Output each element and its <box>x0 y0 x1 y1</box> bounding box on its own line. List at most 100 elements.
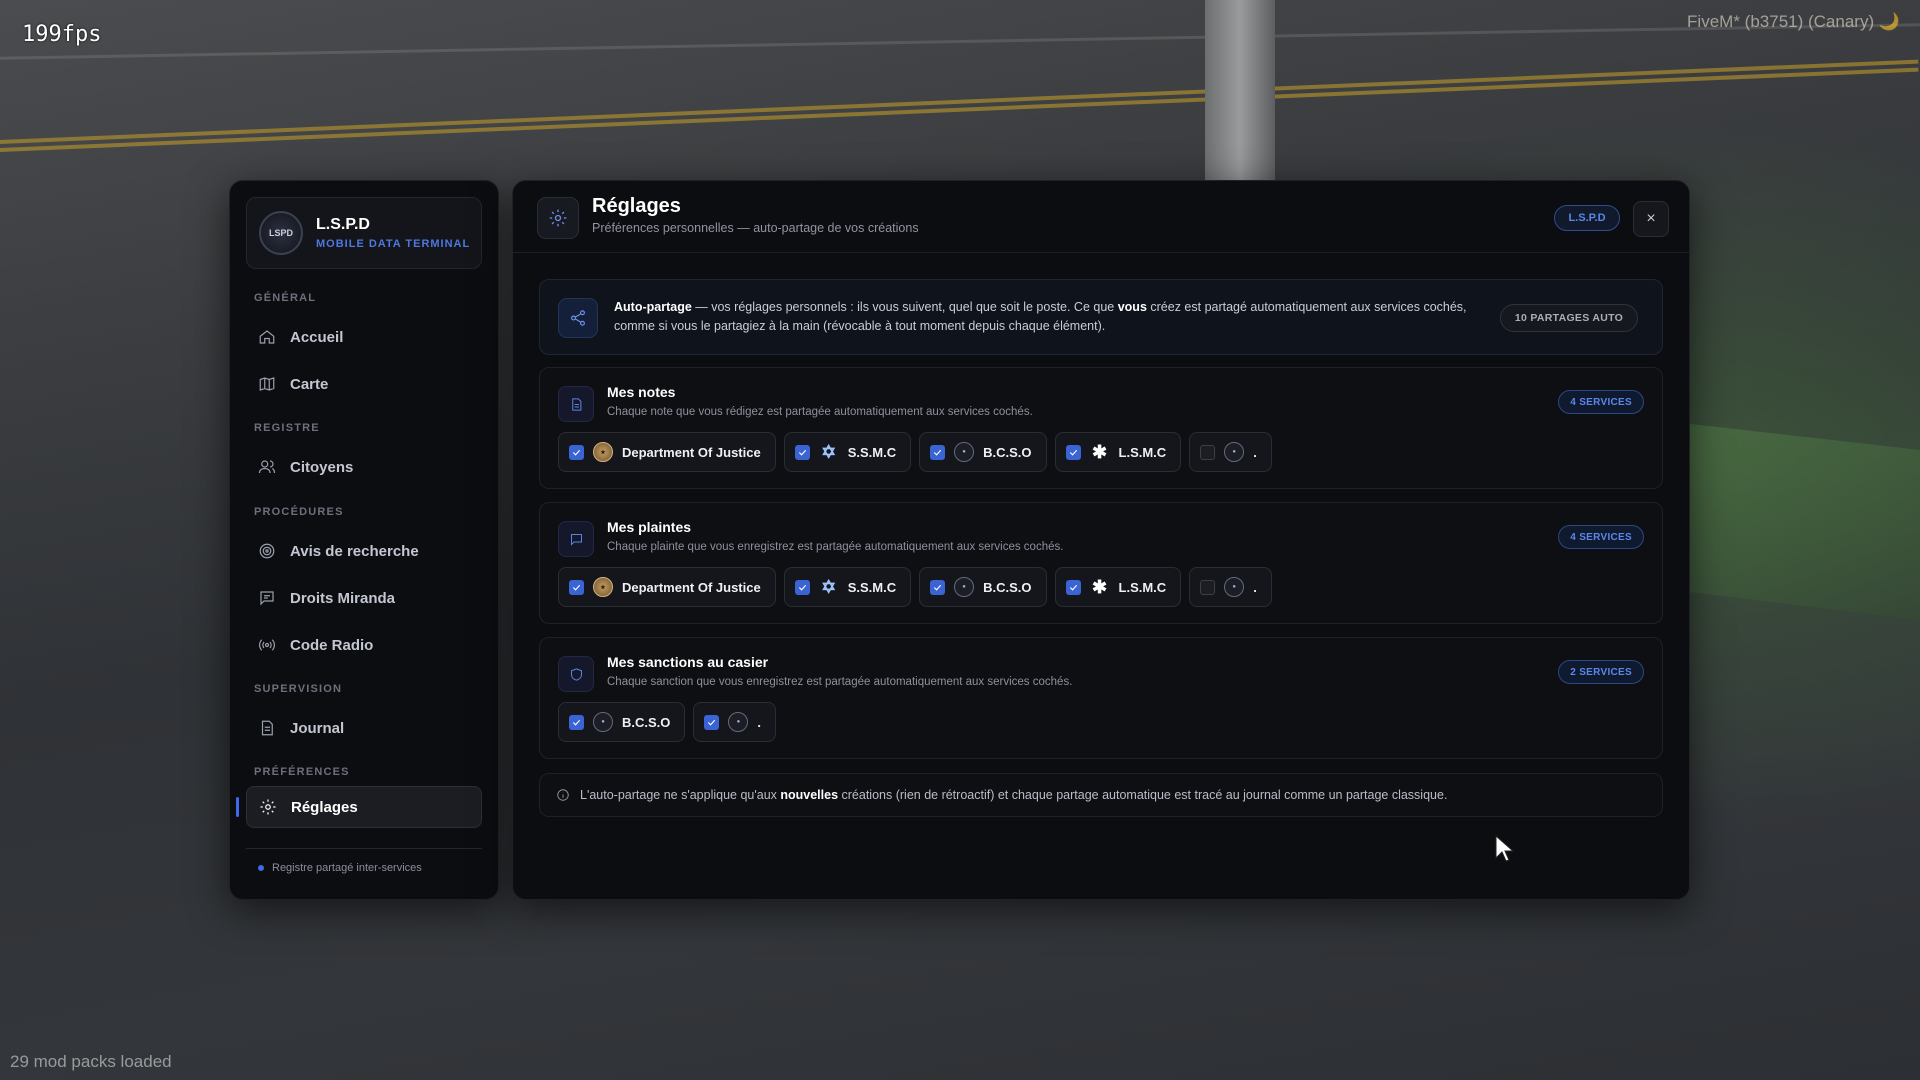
auto-share-count-badge: 10 PARTAGES AUTO <box>1500 304 1638 332</box>
service-label: S.S.M.C <box>847 444 897 460</box>
services-count-badge: 4 SERVICES <box>1558 390 1644 414</box>
panel-header: Réglages Préférences personnelles — auto… <box>513 181 1689 253</box>
message-icon <box>260 591 274 606</box>
page-title: Réglages <box>592 195 681 217</box>
services-count-badge: 4 SERVICES <box>1558 525 1644 549</box>
client-version: FiveM* (b3751) (Canary) 🌙 <box>1687 12 1900 31</box>
sidebar-item-citoyens[interactable]: Citoyens <box>246 446 482 488</box>
page-subtitle: Préférences personnelles — auto-partage … <box>592 221 919 235</box>
section-sanctions: Mes sanctions au casier Chaque sanction … <box>539 637 1663 759</box>
service-label: B.C.S.O <box>983 579 1032 595</box>
check-icon <box>1069 449 1077 456</box>
agency-seal-icon: ● <box>954 442 975 462</box>
service-chip-lspd[interactable]: ●. <box>1189 432 1272 472</box>
lspd-badge-logo: LSPD <box>259 211 303 255</box>
service-label: L.S.M.C <box>1118 444 1167 460</box>
sidebar-item-journal[interactable]: Journal <box>246 707 482 749</box>
fps-counter: 199fps <box>22 22 102 47</box>
checkbox[interactable] <box>569 444 584 460</box>
checkbox[interactable] <box>569 714 584 730</box>
section-title: Mes sanctions au casier <box>607 654 769 670</box>
checkbox[interactable] <box>1065 444 1081 460</box>
service-chip-ssmc[interactable]: ✡ S.S.M.C <box>783 432 912 472</box>
mouse-cursor-icon <box>1495 834 1515 862</box>
sidebar-item-label: Accueil <box>290 328 344 346</box>
check-icon <box>934 584 942 591</box>
checkbox[interactable] <box>1065 579 1081 595</box>
street-pole <box>1205 0 1275 180</box>
sidebar-item-code-radio[interactable]: Code Radio <box>246 624 482 666</box>
sidebar-item-label: Carte <box>290 375 329 393</box>
service-chip-doj[interactable]: ★ Department Of Justice <box>558 567 776 607</box>
service-chip-lsmc[interactable]: ✱ L.S.M.C <box>1054 567 1182 607</box>
service-chip-bcso[interactable]: ● B.C.S.O <box>558 702 686 742</box>
checkbox[interactable] <box>930 579 946 595</box>
service-chips: ★ Department Of Justice ✡ S.S.M.C ● B.C.S.O… <box>558 432 1272 472</box>
checkbox[interactable] <box>794 579 810 595</box>
settings-icon-box <box>537 197 579 239</box>
doj-seal-icon: ★ <box>593 577 613 597</box>
info-emph: vous <box>1117 300 1147 314</box>
close-button[interactable]: × <box>1633 201 1669 237</box>
nav-section-supervision: SUPERVISION <box>254 683 343 695</box>
sidebar-item-avis-de-recherche[interactable]: Avis de recherche <box>246 530 482 572</box>
nav-section-preferences: PRÉFÉRENCES <box>254 766 350 778</box>
sidebar-item-droits-miranda[interactable]: Droits Miranda <box>246 577 482 619</box>
note-emph: nouvelles <box>780 788 839 802</box>
service-chip-bcso[interactable]: ● B.C.S.O <box>919 567 1047 607</box>
file-icon <box>261 720 273 736</box>
sidebar-item-label: Réglages <box>291 798 358 816</box>
service-chip-bcso[interactable]: ● B.C.S.O <box>919 432 1047 472</box>
sidebar-item-reglages[interactable]: Réglages <box>246 786 482 828</box>
agency-seal-icon: ● <box>1224 442 1245 462</box>
message-icon <box>570 533 582 546</box>
brand-card[interactable]: LSPD L.S.P.D MOBILE DATA TERMINAL <box>246 197 482 269</box>
service-chip-lspd[interactable]: ●. <box>1189 567 1272 607</box>
medical-cross-icon: ✱ <box>1091 576 1108 597</box>
checkbox[interactable] <box>569 579 584 595</box>
agency-seal-icon: ● <box>728 712 749 732</box>
service-chip-lspd[interactable]: ●. <box>693 702 777 742</box>
sidebar-item-label: Code Radio <box>290 636 374 654</box>
sidebar-item-accueil[interactable]: Accueil <box>246 316 482 358</box>
service-label: B.C.S.O <box>622 714 671 730</box>
auto-share-description: Auto-partage — vos réglages personnels :… <box>614 298 1494 336</box>
service-chip-doj[interactable]: ★ Department Of Justice <box>558 432 776 472</box>
service-chip-ssmc[interactable]: ✡ S.S.M.C <box>783 567 912 607</box>
service-label: Department Of Justice <box>622 444 761 460</box>
agency-badge: L.S.P.D <box>1554 205 1620 231</box>
gear-icon <box>549 209 567 227</box>
checkbox[interactable] <box>1200 444 1216 460</box>
doj-seal-icon: ★ <box>593 442 613 462</box>
service-chips: ★ Department Of Justice ✡ S.S.M.C ● B.C.S.O… <box>558 567 1272 607</box>
brand-subtitle: MOBILE DATA TERMINAL <box>316 238 471 250</box>
mod-packs-status: 29 mod packs loaded <box>10 1052 172 1071</box>
note-icon-box <box>558 386 594 422</box>
share-icon-box <box>558 298 598 338</box>
check-icon <box>708 719 716 726</box>
auto-share-note: L'auto-partage ne s'applique qu'aux nouv… <box>539 773 1663 817</box>
sidebar-item-label: Droits Miranda <box>290 589 396 607</box>
sidebar-item-label: Avis de recherche <box>290 542 419 560</box>
info-text-a: — vos réglages personnels : ils vous sui… <box>691 300 1118 314</box>
checkbox[interactable] <box>930 444 946 460</box>
status-dot <box>258 865 264 871</box>
check-icon <box>572 449 581 456</box>
sidebar-item-carte[interactable]: Carte <box>246 363 482 405</box>
settings-panel: Réglages Préférences personnelles — auto… <box>512 180 1690 900</box>
sidebar-footer: Registre partagé inter-services <box>258 862 422 874</box>
star-of-life-icon: ✡ <box>821 576 837 597</box>
nav-section-registre: REGISTRE <box>254 422 320 434</box>
checkbox[interactable] <box>794 444 810 460</box>
service-label: B.C.S.O <box>983 444 1032 460</box>
road-marking <box>0 67 1919 152</box>
footer-text: Registre partagé inter-services <box>272 862 422 874</box>
gear-icon <box>260 799 276 815</box>
service-chip-lsmc[interactable]: ✱ L.S.M.C <box>1054 432 1182 472</box>
service-label: Department Of Justice <box>622 579 761 595</box>
section-description: Chaque plainte que vous enregistrez est … <box>607 541 1064 553</box>
checkbox[interactable] <box>1200 579 1216 595</box>
users-icon <box>258 460 276 474</box>
checkbox[interactable] <box>704 714 720 730</box>
services-count-badge: 2 SERVICES <box>1558 660 1644 684</box>
